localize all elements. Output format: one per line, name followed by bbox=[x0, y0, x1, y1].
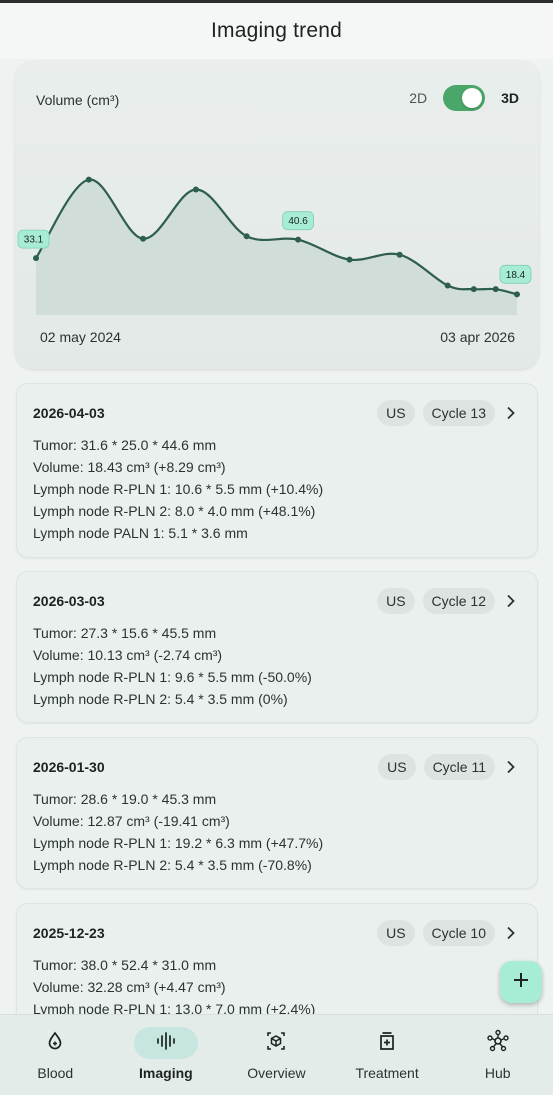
lymph-node-line: Lymph node R-PLN 2: 5.4 * 3.5 mm (0%) bbox=[33, 691, 288, 707]
chevron-right-icon[interactable] bbox=[501, 920, 521, 946]
chevron-right-icon[interactable] bbox=[501, 754, 521, 780]
tumor-line: Tumor: 27.3 * 15.6 * 45.5 mm bbox=[33, 625, 217, 641]
add-imaging-button[interactable] bbox=[500, 961, 542, 1003]
modality-chip: US bbox=[378, 754, 416, 780]
page-title: Imaging trend bbox=[210, 19, 342, 42]
chevron-right-icon[interactable] bbox=[501, 400, 521, 426]
volume-line: Volume: 10.13 cm³ (-2.74 cm³) bbox=[33, 647, 223, 663]
app-header: Imaging trend bbox=[0, 3, 553, 59]
lymph-node-line: Lymph node R-PLN 1: 13.0 * 7.0 mm (+2.4%… bbox=[33, 1001, 316, 1014]
nav-item-overview[interactable]: Overview bbox=[221, 1015, 332, 1095]
volume-chart-card: 33.1 40.6 18.4 Volume (cm³) 2D 3D 02 may 2… bbox=[15, 61, 539, 369]
nav-label: Treatment bbox=[355, 1065, 419, 1081]
chart-point[interactable] bbox=[33, 255, 39, 262]
imaging-entry-card[interactable]: 2025-12-23 US Cycle 10 Tumor: 38.0 * 52.… bbox=[16, 903, 538, 1014]
nav-item-treatment[interactable]: Treatment bbox=[332, 1015, 443, 1095]
tumor-line: Tumor: 38.0 * 52.4 * 31.0 mm bbox=[33, 957, 217, 973]
chevron-right-icon[interactable] bbox=[501, 588, 521, 614]
lymph-node-line: Lymph node R-PLN 1: 9.6 * 5.5 mm (-50.0%… bbox=[33, 669, 312, 685]
nav-item-imaging[interactable]: Imaging bbox=[111, 1015, 222, 1095]
chart-data-label: 33.1 bbox=[17, 229, 50, 249]
volume-line: Volume: 18.43 cm³ (+8.29 cm³) bbox=[33, 459, 226, 475]
content-scroll[interactable]: 33.1 40.6 18.4 Volume (cm³) 2D 3D 02 may 2… bbox=[0, 59, 553, 1014]
cube-icon bbox=[265, 1030, 287, 1057]
chart-data-label: 40.6 bbox=[282, 211, 315, 231]
svg-text:40.6: 40.6 bbox=[288, 216, 308, 227]
hub-icon bbox=[486, 1029, 510, 1058]
nav-item-blood[interactable]: Blood bbox=[0, 1015, 111, 1095]
chart-point[interactable] bbox=[396, 251, 403, 258]
imaging-entry-card[interactable]: 2026-04-03 US Cycle 13 Tumor: 31.6 * 25.… bbox=[16, 383, 538, 558]
chart-point[interactable] bbox=[346, 256, 353, 263]
chart-point[interactable] bbox=[85, 176, 92, 183]
cycle-chip: Cycle 10 bbox=[422, 920, 495, 946]
tumor-line: Tumor: 28.6 * 19.0 * 45.3 mm bbox=[33, 791, 217, 807]
bottom-navigation: Blood Imaging Overview Treatment Hub bbox=[0, 1014, 553, 1095]
imaging-entry-card[interactable]: 2026-03-03 US Cycle 12 Tumor: 27.3 * 15.… bbox=[16, 571, 538, 723]
toggle-2d-label[interactable]: 2D bbox=[409, 90, 427, 106]
chart-point[interactable] bbox=[140, 235, 147, 242]
lymph-node-line: Lymph node PALN 1: 5.1 * 3.6 mm bbox=[33, 525, 248, 541]
nav-label: Blood bbox=[37, 1065, 74, 1081]
cycle-chip: Cycle 11 bbox=[423, 754, 495, 780]
cycle-chip: Cycle 12 bbox=[422, 588, 495, 614]
dimension-switch[interactable] bbox=[443, 85, 486, 111]
waveform-icon bbox=[155, 1030, 177, 1057]
chart-point[interactable] bbox=[492, 286, 499, 293]
chart-point[interactable] bbox=[192, 186, 199, 193]
lymph-node-line: Lymph node R-PLN 1: 10.6 * 5.5 mm (+10.4… bbox=[33, 481, 324, 497]
nav-label: Hub bbox=[484, 1065, 511, 1081]
tumor-line: Tumor: 31.6 * 25.0 * 44.6 mm bbox=[33, 437, 217, 453]
modality-chip: US bbox=[377, 400, 415, 426]
chart-data-label: 18.4 bbox=[499, 264, 532, 284]
toggle-3d-label[interactable]: 3D bbox=[501, 90, 519, 106]
imaging-entry-card[interactable]: 2026-01-30 US Cycle 11 Tumor: 28.6 * 19.… bbox=[16, 737, 538, 889]
chart-point[interactable] bbox=[295, 236, 302, 243]
lymph-node-line: Lymph node R-PLN 1: 19.2 * 6.3 mm (+47.7… bbox=[33, 835, 324, 851]
chart-point[interactable] bbox=[514, 291, 520, 298]
chart-title: Volume (cm³) bbox=[36, 92, 120, 108]
entry-date: 2025-12-23 bbox=[33, 925, 105, 941]
nav-label: Imaging bbox=[139, 1065, 193, 1081]
entry-date: 2026-01-30 bbox=[33, 759, 105, 775]
blood-drop-icon bbox=[44, 1030, 66, 1057]
volume-line: Volume: 32.28 cm³ (+4.47 cm³) bbox=[33, 979, 226, 995]
nav-item-hub[interactable]: Hub bbox=[442, 1015, 553, 1095]
svg-text:18.4: 18.4 bbox=[506, 270, 526, 281]
nav-label: Overview bbox=[247, 1065, 306, 1081]
dimension-toggle: 2D 3D bbox=[409, 85, 519, 111]
lymph-node-line: Lymph node R-PLN 2: 8.0 * 4.0 mm (+48.1%… bbox=[33, 503, 316, 519]
lymph-node-line: Lymph node R-PLN 2: 5.4 * 3.5 mm (-70.8%… bbox=[33, 857, 312, 873]
volume-line: Volume: 12.87 cm³ (-19.41 cm³) bbox=[33, 813, 230, 829]
entry-date: 2026-04-03 bbox=[33, 405, 105, 421]
medication-icon bbox=[376, 1030, 398, 1057]
chart-point[interactable] bbox=[444, 282, 451, 289]
chart-point[interactable] bbox=[470, 286, 477, 293]
entry-date: 2026-03-03 bbox=[33, 593, 105, 609]
switch-knob bbox=[462, 88, 483, 108]
plus-icon bbox=[512, 971, 530, 994]
chart-point[interactable] bbox=[243, 233, 250, 240]
x-axis-end-label: 03 apr 2026 bbox=[440, 329, 515, 345]
cycle-chip: Cycle 13 bbox=[422, 400, 495, 426]
x-axis-start-label: 02 may 2024 bbox=[40, 329, 121, 345]
modality-chip: US bbox=[377, 588, 415, 614]
chart-area-fill bbox=[36, 179, 517, 315]
modality-chip: US bbox=[377, 920, 415, 946]
svg-text:33.1: 33.1 bbox=[24, 235, 44, 246]
